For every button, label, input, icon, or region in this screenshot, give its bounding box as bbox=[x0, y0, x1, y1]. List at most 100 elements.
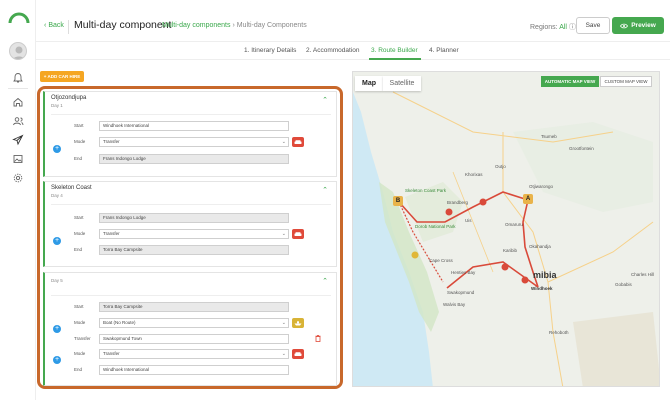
place-skeleton-coast: Skeleton Coast Park bbox=[405, 188, 447, 193]
route-map[interactable]: Map Satellite AUTOMATIC MAP VIEW CUSTOM … bbox=[352, 71, 660, 387]
mode-select[interactable]: Transfer ⌄ bbox=[99, 349, 289, 359]
day-title: Otjozondjupa bbox=[51, 95, 87, 101]
home-icon[interactable] bbox=[10, 94, 26, 110]
add-stop-button[interactable]: + bbox=[53, 356, 61, 364]
header-divider bbox=[68, 20, 69, 34]
mode-select[interactable]: Transfer ⌄ bbox=[99, 137, 289, 147]
day-title: Skeleton Coast bbox=[51, 185, 92, 191]
day-header: Otjozondjupa Day 1 bbox=[51, 95, 86, 108]
start-label: Start bbox=[74, 215, 84, 220]
start-field[interactable]: Windhoek International bbox=[99, 121, 289, 131]
car-icon[interactable] bbox=[292, 229, 304, 239]
rail-divider bbox=[8, 88, 28, 89]
tab-itinerary-details[interactable]: 1. Itinerary Details bbox=[244, 47, 296, 54]
chevron-down-icon: ⌄ bbox=[281, 231, 286, 237]
chevron-up-icon[interactable]: ⌃ bbox=[322, 277, 328, 285]
day-number: Day 1 bbox=[51, 103, 63, 108]
boat-icon[interactable] bbox=[292, 318, 304, 328]
car-icon[interactable] bbox=[292, 137, 304, 147]
day-card-day-5: Day 5 ⌃ Start Torra Bay Campsite + Mode … bbox=[43, 272, 337, 386]
tab-route-builder[interactable]: 3. Route Builder bbox=[371, 47, 418, 54]
place-otjiwarongo: Otjiwarongo bbox=[529, 184, 554, 189]
end-label: End bbox=[74, 367, 83, 372]
mode-select[interactable]: Transfer ⌄ bbox=[99, 229, 289, 239]
place-henties-bay: Henties Bay bbox=[451, 270, 476, 275]
chevron-down-icon: ⌄ bbox=[281, 139, 286, 145]
tab-planner[interactable]: 4. Planner bbox=[429, 47, 459, 54]
place-cape-cross: Cape Cross bbox=[429, 258, 453, 263]
chevron-up-icon[interactable]: ⌃ bbox=[322, 96, 328, 104]
place-omaruru: Omaruru bbox=[505, 222, 523, 227]
eye-icon bbox=[620, 23, 629, 28]
chevron-down-icon: ⌄ bbox=[281, 320, 286, 326]
start-field[interactable]: Torra Bay Campsite bbox=[99, 302, 289, 312]
add-stop-button[interactable]: + bbox=[53, 325, 61, 333]
left-rail bbox=[0, 0, 36, 400]
end-field[interactable]: Torra Bay Campsite bbox=[99, 245, 289, 255]
page-title: Multi-day component bbox=[74, 19, 172, 31]
place-dorob: Dorob National Park bbox=[415, 224, 456, 229]
save-button[interactable]: Save bbox=[576, 17, 610, 34]
chevron-left-icon: ‹ bbox=[44, 22, 47, 29]
settings-icon[interactable] bbox=[10, 170, 26, 186]
day-header: Skeleton Coast Day 4 bbox=[51, 185, 92, 198]
place-karibib: Karibib bbox=[503, 248, 518, 253]
active-tab-indicator bbox=[369, 58, 421, 60]
logo-icon bbox=[8, 12, 30, 24]
place-grootfontein: Grootfontein bbox=[569, 146, 594, 151]
place-windhoek: Windhoek bbox=[531, 286, 553, 291]
car-icon[interactable] bbox=[292, 349, 304, 359]
place-outjo: Outjo bbox=[495, 164, 506, 169]
end-label: End bbox=[74, 156, 83, 161]
custom-map-view-button[interactable]: CUSTOM MAP VIEW bbox=[600, 76, 652, 87]
breadcrumb-link[interactable]: Multi-day components bbox=[162, 22, 230, 29]
send-icon[interactable] bbox=[10, 132, 26, 148]
users-icon[interactable] bbox=[10, 113, 26, 129]
trash-icon[interactable] bbox=[315, 335, 321, 342]
end-field[interactable]: Windhoek International bbox=[99, 365, 289, 375]
add-car-hire-button[interactable]: + ADD CAR HIRE bbox=[40, 71, 84, 82]
route-builder-panel: Otjozondjupa Day 1 ⌃ Start Windhoek Inte… bbox=[37, 86, 343, 389]
mode-select[interactable]: Boat (No Route) ⌄ bbox=[99, 318, 289, 328]
back-link[interactable]: ‹ Back bbox=[44, 22, 64, 29]
marker-b[interactable]: B bbox=[393, 196, 403, 206]
mode-label: Mode bbox=[74, 320, 86, 325]
transfer-field[interactable]: Swakopmund Town bbox=[99, 334, 289, 344]
tab-accommodation[interactable]: 2. Accommodation bbox=[306, 47, 359, 54]
map-type-satellite[interactable]: Satellite bbox=[383, 76, 421, 91]
mode-value: Transfer bbox=[103, 351, 120, 356]
map-type-map[interactable]: Map bbox=[355, 76, 383, 91]
start-field[interactable]: Frans Indongo Lodge bbox=[99, 213, 289, 223]
mode-value: Transfer bbox=[103, 139, 120, 144]
place-gobabis: Gobabis bbox=[615, 282, 632, 287]
chevron-up-icon[interactable]: ⌃ bbox=[322, 186, 328, 194]
add-stop-button[interactable]: + bbox=[53, 145, 61, 153]
mode-label: Mode bbox=[74, 139, 86, 144]
day-header: Day 5 bbox=[51, 276, 63, 283]
place-swakopmund: Swakopmund bbox=[447, 290, 475, 295]
marker-a[interactable]: A bbox=[523, 194, 533, 204]
start-label: Start bbox=[74, 123, 84, 128]
bell-icon[interactable] bbox=[10, 70, 26, 86]
map-canvas bbox=[353, 72, 659, 386]
regions-selector[interactable]: Regions: All ⓘ bbox=[530, 22, 576, 32]
end-field[interactable]: Frans Indongo Lodge bbox=[99, 154, 289, 164]
preview-button[interactable]: Preview bbox=[612, 17, 664, 34]
step-tabs: 1. Itinerary Details 2. Accommodation 3.… bbox=[36, 42, 670, 60]
automatic-map-view-button[interactable]: AUTOMATIC MAP VIEW bbox=[541, 76, 599, 87]
mode-value: Boat (No Route) bbox=[103, 320, 136, 325]
place-walvis-bay: Walvis Bay bbox=[443, 302, 466, 307]
back-label: Back bbox=[48, 22, 64, 29]
place-uis: Uis bbox=[465, 218, 472, 223]
image-icon[interactable] bbox=[10, 151, 26, 167]
place-brandberg: Brandberg bbox=[447, 200, 469, 205]
start-label: Start bbox=[74, 304, 84, 309]
country-label: mibia bbox=[533, 270, 557, 280]
regions-label: Regions: bbox=[530, 24, 558, 31]
add-stop-button[interactable]: + bbox=[53, 237, 61, 245]
app-root: ‹ Back Multi-day component Multi-day com… bbox=[0, 0, 670, 400]
day-number: Day 5 bbox=[51, 278, 63, 283]
header: ‹ Back Multi-day component Multi-day com… bbox=[36, 12, 670, 42]
mode-value: Transfer bbox=[103, 231, 120, 236]
avatar[interactable] bbox=[9, 42, 27, 60]
